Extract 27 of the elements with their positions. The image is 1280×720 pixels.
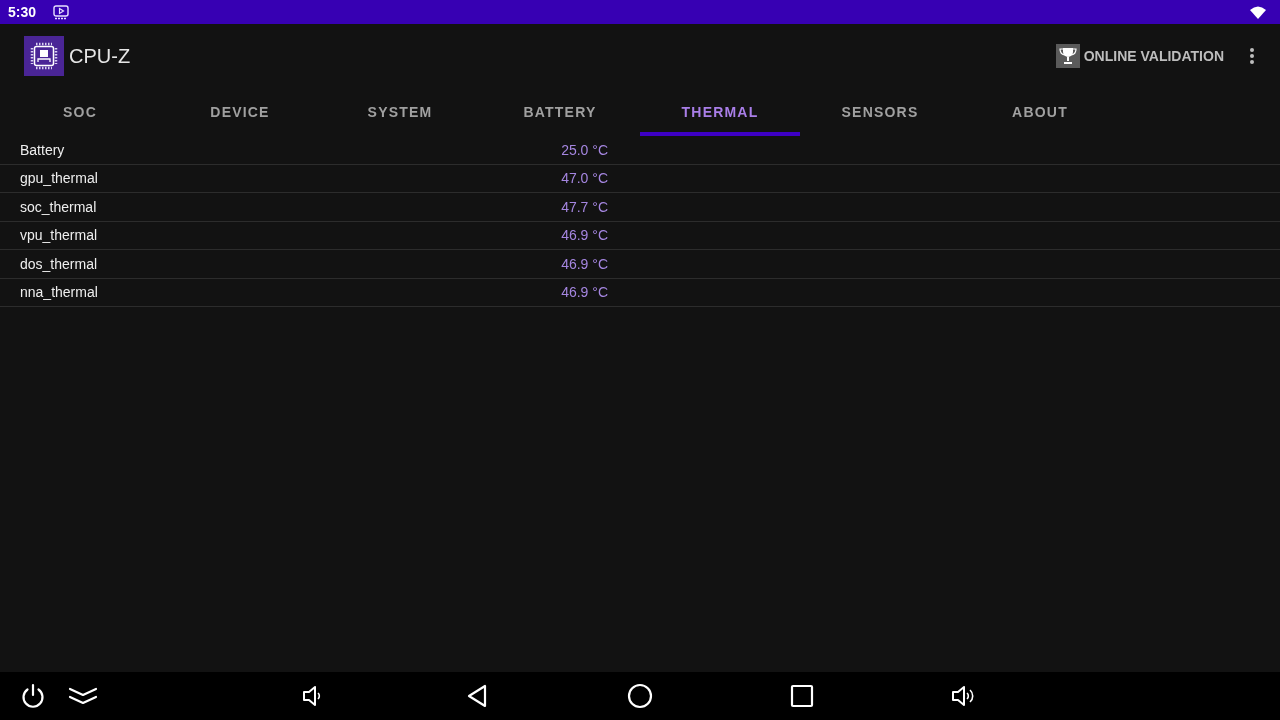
sensor-name: vpu_thermal xyxy=(20,227,98,244)
sensor-value: 47.0 °C xyxy=(561,170,608,187)
sensor-value: 46.9 °C xyxy=(561,255,608,272)
sensor-name: Battery xyxy=(20,141,65,158)
sensor-value: 47.7 °C xyxy=(561,198,608,215)
trophy-icon xyxy=(1055,44,1080,68)
wifi-icon xyxy=(1250,5,1266,19)
sensor-name: nna_thermal xyxy=(20,284,98,301)
tab[interactable]: SYSTEM xyxy=(320,88,480,136)
sensor-value: 25.0 °C xyxy=(561,141,608,158)
tab[interactable]: BATTERY xyxy=(480,88,640,136)
tab[interactable]: DEVICE xyxy=(160,88,320,136)
tab[interactable]: SENSORS xyxy=(800,88,960,136)
chip-icon xyxy=(24,36,64,76)
tab[interactable]: THERMAL xyxy=(640,88,800,136)
app-title: CPU-Z xyxy=(69,44,131,68)
tab[interactable]: SOC xyxy=(0,88,160,136)
sensor-name: gpu_thermal xyxy=(20,170,98,187)
status-time: 5:30 xyxy=(8,4,37,20)
sensor-name: dos_thermal xyxy=(20,255,98,272)
screen-play-icon xyxy=(53,4,70,20)
sensor-value: 46.9 °C xyxy=(561,284,608,301)
sensor-value: 46.9 °C xyxy=(561,227,608,244)
sensor-name: soc_thermal xyxy=(20,198,97,215)
online-validation-button[interactable]: ONLINE VALIDATION xyxy=(1055,44,1224,68)
more-options-icon[interactable] xyxy=(1250,48,1254,64)
tab[interactable]: ABOUT xyxy=(960,88,1120,136)
